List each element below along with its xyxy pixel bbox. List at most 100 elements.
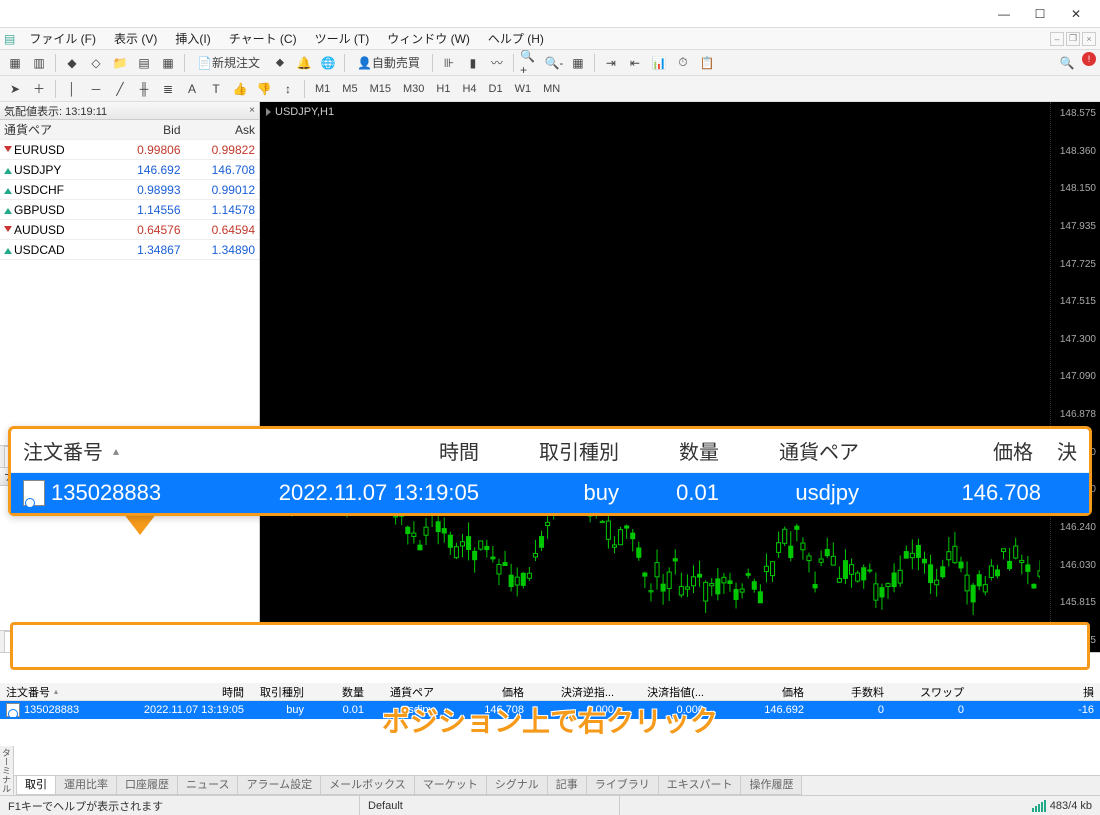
terminal-tab[interactable]: 取引 [16, 775, 56, 795]
market-watch-icon[interactable]: ◆ [61, 52, 83, 74]
th-comm[interactable]: 手数料 [810, 684, 890, 700]
arrow-up-icon[interactable]: 👍 [229, 78, 251, 100]
candle-chart-icon[interactable]: ▮ [462, 52, 484, 74]
shift-icon[interactable]: ⇤ [624, 52, 646, 74]
tf-w1[interactable]: W1 [510, 83, 537, 95]
auto-trade-button[interactable]: 👤 自動売買 [350, 52, 427, 74]
templates-icon[interactable]: 📋 [696, 52, 718, 74]
mw-row-usdjpy[interactable]: USDJPY 146.692 146.708 [0, 160, 259, 180]
periods-icon[interactable]: ⏱ [672, 52, 694, 74]
fibo-icon[interactable]: ≣ [157, 78, 179, 100]
vps-icon[interactable]: 🌐 [317, 52, 339, 74]
th-price2[interactable]: 価格 [710, 684, 810, 700]
market-watch-close-icon[interactable]: × [249, 105, 255, 116]
terminal-tab[interactable]: ニュース [177, 775, 238, 795]
th-pl[interactable]: 損 [970, 684, 1100, 700]
mw-header-bid[interactable]: Bid [110, 123, 185, 137]
maximize-button[interactable]: ☐ [1022, 3, 1058, 25]
vline-icon[interactable]: │ [61, 78, 83, 100]
tile-icon[interactable]: ▦ [567, 52, 589, 74]
tf-h1[interactable]: H1 [431, 83, 455, 95]
terminal-tab[interactable]: メールボックス [320, 775, 415, 795]
status-connection[interactable]: 483/4 kb [1024, 796, 1100, 815]
chart[interactable]: USDJPY,H1 148.575148.360148.150147.93514… [260, 102, 1100, 652]
indicators-icon[interactable]: 📊 [648, 52, 670, 74]
terminal-icon[interactable]: ▤ [133, 52, 155, 74]
mw-header-ask[interactable]: Ask [185, 123, 260, 137]
terminal-tab[interactable]: 操作履歴 [740, 775, 802, 795]
mw-row-audusd[interactable]: AUDUSD 0.64576 0.64594 [0, 220, 259, 240]
search-icon[interactable]: 🔍 [1056, 52, 1078, 74]
mdi-minimize-icon[interactable]: – [1050, 32, 1064, 46]
annotation-text: ポジション上で右クリック [382, 700, 718, 740]
notification-badge[interactable]: ! [1082, 52, 1096, 66]
profiles-icon[interactable]: ▥ [28, 52, 50, 74]
label-icon[interactable]: T [205, 78, 227, 100]
tf-mn[interactable]: MN [538, 83, 565, 95]
tf-m1[interactable]: M1 [310, 83, 335, 95]
th-tp[interactable]: 決済指値(... [620, 684, 710, 700]
status-profile[interactable]: Default [360, 796, 620, 815]
crosshair-icon[interactable]: ＋ [28, 78, 50, 100]
mw-row-eurusd[interactable]: EURUSD 0.99806 0.99822 [0, 140, 259, 160]
terminal-tab[interactable]: マーケット [414, 775, 487, 795]
terminal-tab[interactable]: ライブラリ [586, 775, 659, 795]
zoom-out-icon[interactable]: 🔍- [543, 52, 565, 74]
data-window-icon[interactable]: ◇ [85, 52, 107, 74]
th-swap[interactable]: スワップ [890, 684, 970, 700]
bar-chart-icon[interactable]: ⊪ [438, 52, 460, 74]
terminal-tab[interactable]: 口座履歴 [116, 775, 178, 795]
th-time[interactable]: 時間 [110, 684, 250, 700]
meta-icon[interactable]: ⬥ [269, 52, 291, 74]
th-type[interactable]: 取引種別 [250, 684, 310, 700]
mdi-close-icon[interactable]: × [1082, 32, 1096, 46]
cursor-icon[interactable]: ➤ [4, 78, 26, 100]
close-button[interactable]: ✕ [1058, 3, 1094, 25]
th-symbol[interactable]: 通貨ペア [370, 684, 440, 700]
new-order-button[interactable]: 📄 新規注文 [190, 52, 267, 74]
tf-m15[interactable]: M15 [365, 83, 396, 95]
new-chart-icon[interactable]: ▦ [4, 52, 26, 74]
channel-icon[interactable]: ╫ [133, 78, 155, 100]
mw-row-usdchf[interactable]: USDCHF 0.98993 0.99012 [0, 180, 259, 200]
terminal-tab[interactable]: 運用比率 [55, 775, 117, 795]
terminal-side-label: ターミナル [0, 775, 14, 795]
menu-help[interactable]: ヘルプ (H) [480, 28, 552, 49]
scroll-icon[interactable]: ⇥ [600, 52, 622, 74]
line-chart-icon[interactable]: 〰 [486, 52, 508, 74]
arrow-down-icon[interactable]: 👎 [253, 78, 275, 100]
text-icon[interactable]: A [181, 78, 203, 100]
terminal-tab[interactable]: シグナル [486, 775, 548, 795]
tf-m5[interactable]: M5 [337, 83, 362, 95]
tf-m30[interactable]: M30 [398, 83, 429, 95]
tf-h4[interactable]: H4 [457, 83, 481, 95]
terminal-tab[interactable]: アラーム設定 [237, 775, 321, 795]
hline-icon[interactable]: ─ [85, 78, 107, 100]
mw-row-usdcad[interactable]: USDCAD 1.34867 1.34890 [0, 240, 259, 260]
menu-charts[interactable]: チャート (C) [221, 28, 305, 49]
mw-row-gbpusd[interactable]: GBPUSD 1.14556 1.14578 [0, 200, 259, 220]
nav-tab-general[interactable]: 全般 [4, 631, 48, 652]
mdi-restore-icon[interactable]: ❐ [1066, 32, 1080, 46]
menu-window[interactable]: ウィンドウ (W) [379, 28, 478, 49]
trendline-icon[interactable]: ╱ [109, 78, 131, 100]
th-sl[interactable]: 決済逆指... [530, 684, 620, 700]
th-order[interactable]: 注文番号 ▴ [0, 684, 110, 700]
nav-tab-fav[interactable]: お気に入り [51, 631, 128, 652]
minimize-button[interactable]: — [986, 3, 1022, 25]
tf-d1[interactable]: D1 [484, 83, 508, 95]
tester-icon[interactable]: ▦ [157, 52, 179, 74]
th-vol[interactable]: 数量 [310, 684, 370, 700]
menu-file[interactable]: ファイル (F) [21, 28, 104, 49]
terminal-tab[interactable]: 記事 [547, 775, 587, 795]
menu-view[interactable]: 表示 (V) [106, 28, 165, 49]
navigator-icon[interactable]: 📁 [109, 52, 131, 74]
th-price[interactable]: 価格 [440, 684, 530, 700]
menu-tools[interactable]: ツール (T) [307, 28, 378, 49]
zoom-in-icon[interactable]: 🔍+ [519, 52, 541, 74]
mw-header-symbol[interactable]: 通貨ペア [0, 121, 110, 138]
menu-insert[interactable]: 挿入(I) [167, 28, 218, 49]
terminal-tab[interactable]: エキスパート [658, 775, 742, 795]
signals-icon[interactable]: 🔔 [293, 52, 315, 74]
arrows-icon[interactable]: ↕ [277, 78, 299, 100]
